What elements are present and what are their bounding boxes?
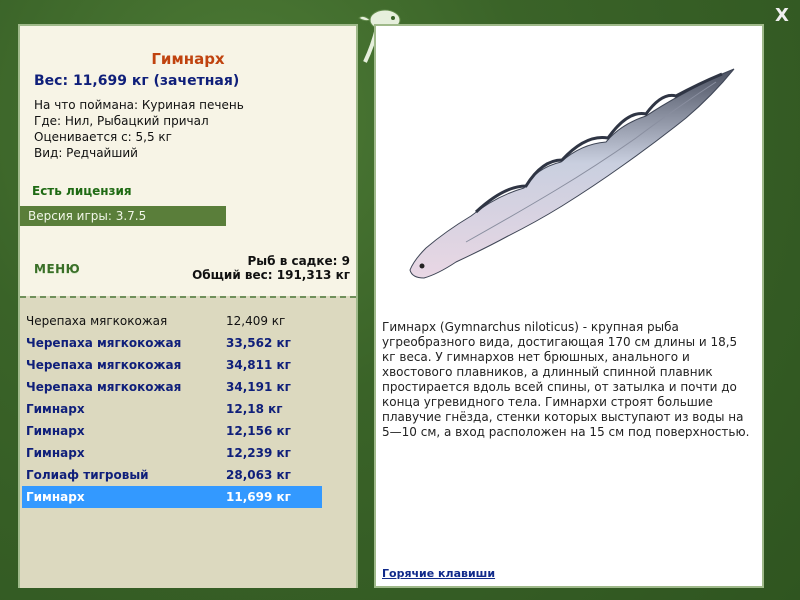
license-status: Есть лицензия (32, 184, 132, 198)
game-version: Версия игры: 3.7.5 (20, 206, 226, 226)
catch-weight: 12,156 кг (226, 424, 291, 438)
catch-row[interactable]: Гимнарх 12,18 кг (22, 398, 322, 420)
fish-info-panel: Гимнарх Вес: 11,699 кг (зачетная) На что… (18, 24, 358, 588)
catch-name: Гимнарх (26, 490, 85, 504)
catch-name: Черепаха мягкокожая (26, 314, 168, 328)
catch-row[interactable]: Голиаф тигровый 28,063 кг (22, 464, 322, 486)
close-button[interactable]: X (770, 4, 794, 28)
catch-weight: 34,811 кг (226, 358, 291, 372)
catch-weight: 33,562 кг (226, 336, 291, 350)
catch-name: Черепаха мягкокожая (26, 336, 182, 350)
catch-list: Черепаха мягкокожая 12,409 кг Черепаха м… (22, 310, 322, 508)
catch-weight: 34,191 кг (226, 380, 291, 394)
catch-weight: 12,18 кг (226, 402, 283, 416)
catch-name: Черепаха мягкокожая (26, 358, 182, 372)
fish-name-title: Гимнарх (151, 50, 225, 68)
catch-row[interactable]: Гимнарх 12,156 кг (22, 420, 322, 442)
total-weight-stat: Общий вес: 191,313 кг (192, 268, 350, 282)
catch-row[interactable]: Гимнарх 12,239 кг (22, 442, 322, 464)
catch-row[interactable]: Черепаха мягкокожая 33,562 кг (22, 332, 322, 354)
fish-count-stat: Рыб в садке: 9 (247, 254, 351, 268)
catch-name: Гимнарх (26, 424, 85, 438)
close-icon: X (775, 5, 789, 26)
catch-name: Гимнарх (26, 446, 85, 460)
catch-weight: 12,239 кг (226, 446, 291, 460)
eel-fish-illustration (409, 68, 735, 279)
catch-name: Черепаха мягкокожая (26, 380, 182, 394)
fish-description: Гимнарх (Gymnarchus niloticus) - крупная… (382, 320, 750, 439)
catch-row-selected[interactable]: Гимнарх 11,699 кг (22, 486, 322, 508)
catch-weight: 12,409 кг (226, 314, 286, 328)
catch-weight: 28,063 кг (226, 468, 291, 482)
catch-name: Голиаф тигровый (26, 468, 149, 482)
fish-bait: На что поймана: Куриная печень (34, 98, 244, 112)
fish-valued-from: Оценивается с: 5,5 кг (34, 130, 172, 144)
fish-weight: Вес: 11,699 кг (зачетная) (34, 73, 240, 89)
game-window-frame: X Гимнарх Вес: 11,699 кг (зачетная) На ч… (0, 0, 800, 600)
catch-row[interactable]: Черепаха мягкокожая 34,191 кг (22, 376, 322, 398)
catch-row[interactable]: Черепаха мягкокожая 12,409 кг (22, 310, 322, 332)
fish-rarity: Вид: Редчайший (34, 146, 138, 160)
hotkeys-link[interactable]: Горячие клавиши (382, 567, 495, 580)
catch-name: Гимнарх (26, 402, 85, 416)
menu-button[interactable]: МЕНЮ (34, 262, 80, 276)
fish-detail-panel: Гимнарх (Gymnarchus niloticus) - крупная… (374, 24, 764, 588)
catch-list-panel: Черепаха мягкокожая 12,409 кг Черепаха м… (20, 296, 356, 588)
fish-location: Где: Нил, Рыбацкий причал (34, 114, 209, 128)
catch-weight: 11,699 кг (226, 490, 291, 504)
catch-row[interactable]: Черепаха мягкокожая 34,811 кг (22, 354, 322, 376)
